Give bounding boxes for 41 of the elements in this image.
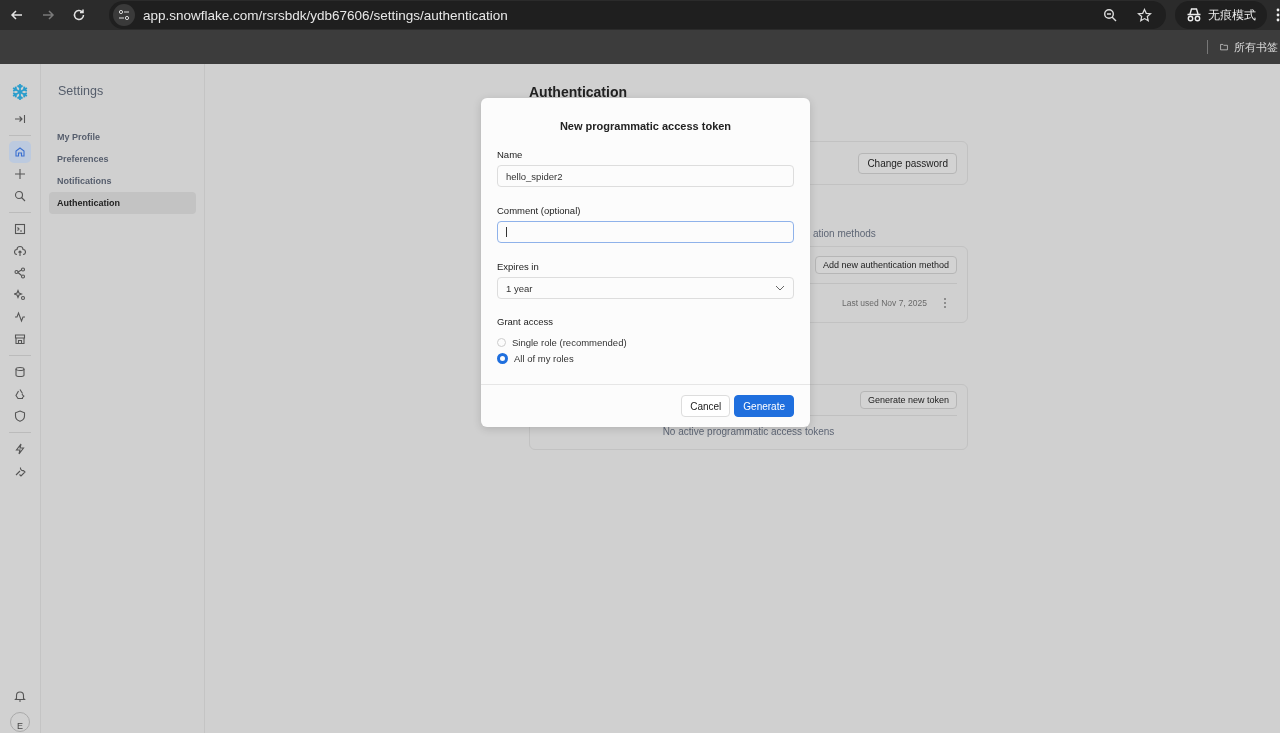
folder-icon — [1220, 41, 1228, 53]
zoom-icon[interactable] — [1103, 8, 1117, 22]
text-cursor — [506, 227, 507, 237]
expires-select[interactable]: 1 year — [497, 277, 794, 299]
dialog-title: New programmatic access token — [558, 120, 733, 132]
home-icon[interactable] — [9, 141, 31, 163]
name-field[interactable]: hello_spider2 — [497, 165, 794, 187]
sidebar-item[interactable]: Preferences — [49, 148, 196, 170]
section-heading: ation methods — [813, 228, 877, 239]
field-label: Expires in — [497, 261, 540, 272]
menu-icon[interactable] — [1276, 8, 1280, 22]
generate-token-button[interactable]: Generate new token — [859, 391, 957, 409]
generate-button[interactable]: Generate — [734, 395, 794, 417]
change-password-button[interactable]: Change password — [858, 152, 957, 174]
more-options-icon[interactable] — [943, 297, 947, 309]
comment-field[interactable] — [497, 221, 794, 243]
notification-bell-icon[interactable] — [14, 690, 26, 702]
radio-button[interactable] — [497, 353, 508, 364]
field-label: Comment (optional) — [497, 205, 582, 216]
chevron-down-icon — [775, 285, 785, 291]
address-bar[interactable]: app.snowflake.com/rsrsbdk/ydb67606/settings/authentication — [109, 1, 1166, 29]
back-icon[interactable] — [10, 8, 24, 22]
sidebar-item[interactable]: Authentication — [49, 192, 196, 214]
cancel-button[interactable]: Cancel — [681, 395, 731, 417]
star-icon[interactable] — [1137, 7, 1152, 23]
last-used-text: Last used Nov 7, 2025 — [841, 298, 927, 308]
add-method-button[interactable]: Add new authentication method — [814, 256, 957, 274]
radio-label[interactable]: Single role (recommended) — [512, 337, 627, 348]
sidebar-title: Settings — [58, 84, 105, 98]
radio-label[interactable]: All of my roles — [514, 353, 574, 364]
field-label: Grant access — [497, 316, 554, 327]
empty-state-text: No active programmatic access tokens — [661, 425, 836, 439]
sidebar-item[interactable]: My Profile — [49, 126, 196, 148]
incognito-button[interactable]: 无痕模式 — [1175, 1, 1267, 29]
site-settings-icon[interactable] — [113, 4, 135, 26]
field-label: Name — [497, 149, 524, 160]
reload-icon[interactable] — [72, 8, 86, 22]
bookmarks-folder[interactable]: 所有书签 — [1220, 39, 1278, 55]
sidebar-item[interactable]: Notifications — [49, 170, 196, 192]
page-title: Authentication — [529, 84, 628, 100]
incognito-icon — [1186, 8, 1202, 22]
